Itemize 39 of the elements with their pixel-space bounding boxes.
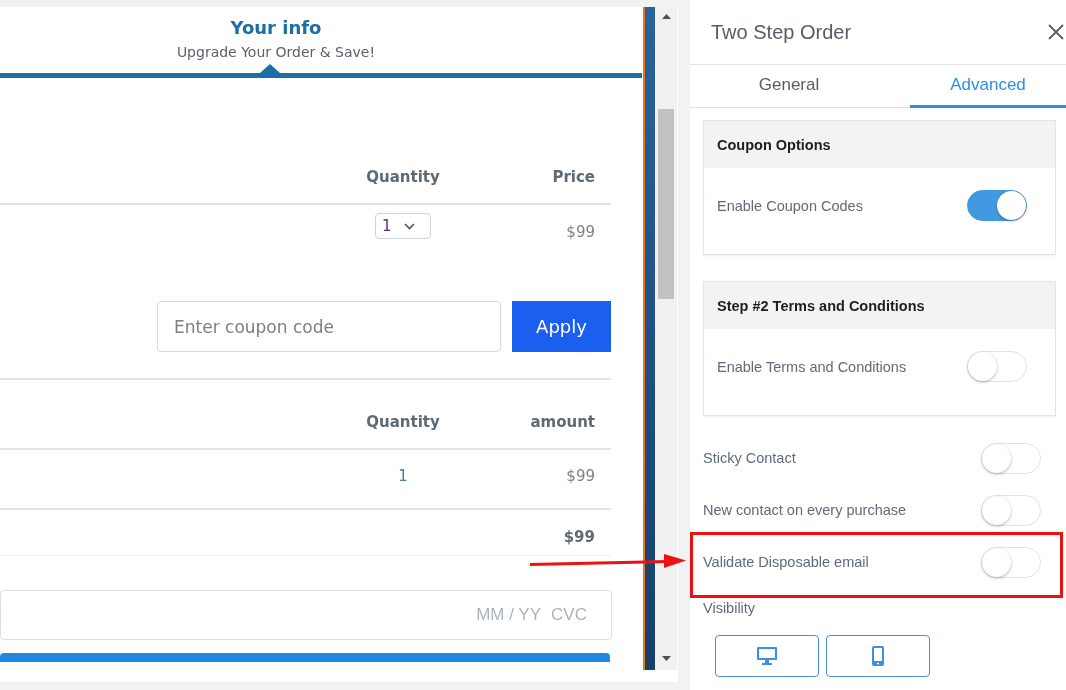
card-details-field[interactable]: MM / YY CVC <box>0 590 612 640</box>
toggle-switch[interactable] <box>967 190 1027 221</box>
cvc-input[interactable]: CVC <box>547 605 587 625</box>
card-title: Step #2 Terms and Conditions <box>717 297 925 314</box>
total-amount: $99 <box>563 528 595 546</box>
column-header: Quantity <box>366 413 440 431</box>
scrollbar-thumb[interactable] <box>658 109 674 299</box>
quantity-cell: 1 <box>398 467 408 485</box>
cut-off-button[interactable] <box>0 653 610 662</box>
scrollbar[interactable] <box>655 7 677 670</box>
panel-title: Two Step Order <box>711 20 852 44</box>
setting-label: Enable Terms and Conditions <box>717 358 907 375</box>
apply-button[interactable]: Apply <box>512 301 611 352</box>
caret-down-icon[interactable] <box>661 656 671 661</box>
column-header: amount <box>530 413 595 431</box>
mobile-visibility-button[interactable] <box>826 635 930 677</box>
expiry-input[interactable]: MM / YY <box>471 605 541 625</box>
amount-cell: $99 <box>566 467 595 485</box>
chevron-down-icon <box>403 222 415 230</box>
card-title: Coupon Options <box>717 136 831 153</box>
setting-label: Sticky Contact <box>703 450 796 466</box>
coupon-code-field[interactable]: Enter coupon code <box>157 301 501 352</box>
step-subtitle: Upgrade Your Order & Save! <box>176 43 376 61</box>
price-cell: $99 <box>566 223 595 241</box>
caret-up-icon[interactable] <box>661 14 671 19</box>
tab[interactable]: General <box>690 65 888 108</box>
close-icon[interactable] <box>1048 24 1064 40</box>
desktop-visibility-button[interactable] <box>715 635 819 677</box>
mobile-phone-icon <box>872 646 884 666</box>
column-header: Quantity <box>366 168 440 186</box>
tab[interactable]: Advanced <box>910 65 1066 108</box>
setting-label: New contact on every purchase <box>703 502 907 518</box>
quantity-select[interactable]: 1 <box>375 213 431 239</box>
visibility-label: Visibility <box>703 600 756 616</box>
desktop-icon <box>757 647 777 665</box>
step-title: Your info <box>230 17 322 39</box>
column-header: Price <box>552 168 595 186</box>
setting-label: Validate Disposable email <box>703 554 869 570</box>
setting-label: Enable Coupon Codes <box>717 197 863 214</box>
